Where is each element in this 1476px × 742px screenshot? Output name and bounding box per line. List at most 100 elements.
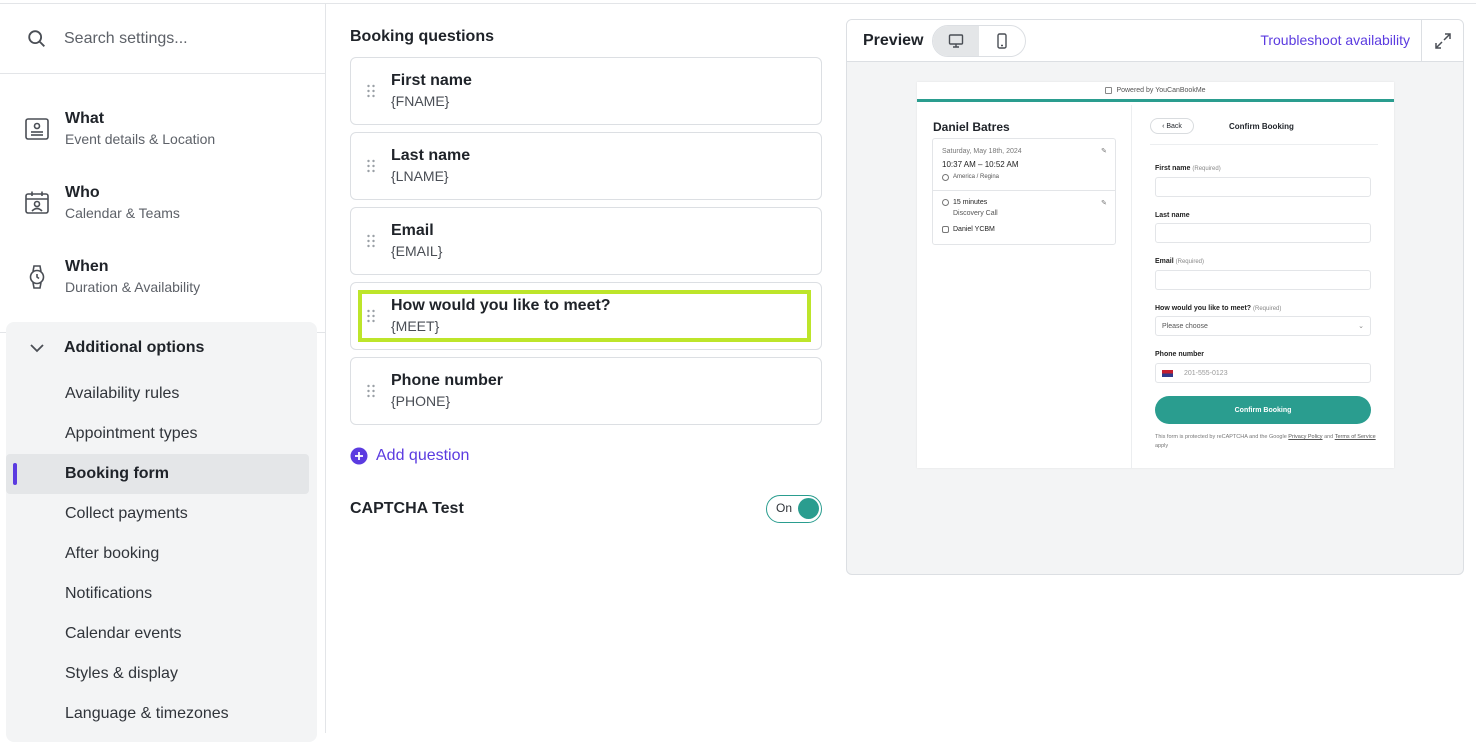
back-button[interactable]: ‹ Back <box>1150 118 1194 134</box>
nav-item-who[interactable]: Who Calendar & Teams <box>0 166 325 240</box>
divider <box>933 190 1115 191</box>
field-label-text: Last name <box>1155 212 1190 219</box>
privacy-policy-link[interactable]: Privacy Policy <box>1288 434 1322 440</box>
nav-item-subtitle: Duration & Availability <box>65 279 201 295</box>
field-label-text: First name <box>1155 165 1191 172</box>
booking-form-preview: ‹ Back Confirm Booking First name (Requi… <box>1133 105 1394 468</box>
booking-page-preview: Powered by YouCanBookMe Daniel Batres Sa… <box>917 82 1394 468</box>
booking-duration: 15 minutes <box>953 199 988 206</box>
last-name-field[interactable] <box>1155 223 1371 243</box>
meet-select[interactable]: Please choose ⌄ <box>1155 316 1371 336</box>
phone-placeholder: 201-555-0123 <box>1184 369 1228 377</box>
chevron-down-icon <box>30 344 44 353</box>
question-card-phone[interactable]: Phone number {PHONE} <box>350 357 822 425</box>
sidebar-item-collect-payments[interactable]: Collect payments <box>6 494 309 534</box>
question-card-email[interactable]: Email {EMAIL} <box>350 207 822 275</box>
question-code: {LNAME} <box>391 168 449 184</box>
toggle-state: On <box>776 501 793 515</box>
add-question-button[interactable]: Add question <box>350 445 822 467</box>
sidebar-item-after-booking[interactable]: After booking <box>6 534 309 574</box>
additional-options-toggle[interactable]: Additional options <box>6 322 317 374</box>
meet-select-value: Please choose <box>1162 322 1208 330</box>
clock-icon <box>942 199 949 206</box>
chevron-down-icon: ⌄ <box>1358 323 1364 330</box>
main-nav: What Event details & Location Who Calend… <box>0 74 325 333</box>
field-label-text: Email <box>1155 258 1174 265</box>
drag-handle-icon[interactable] <box>351 84 391 98</box>
captcha-toggle[interactable]: On <box>766 495 822 523</box>
phone-label: Phone number <box>1155 351 1204 358</box>
question-card-last-name[interactable]: Last name {LNAME} <box>350 132 822 200</box>
nav-item-title: What <box>65 110 105 127</box>
person-icon <box>942 226 949 233</box>
confirm-booking-button[interactable]: Confirm Booking <box>1155 396 1371 424</box>
edit-pencil-icon[interactable]: ✎ <box>1101 147 1107 155</box>
plus-circle-icon <box>350 447 368 465</box>
globe-icon <box>942 174 949 181</box>
drag-handle-icon[interactable] <box>351 159 391 173</box>
search-icon <box>28 29 45 47</box>
email-label: Email (Required) <box>1155 258 1204 265</box>
booking-details-card: Saturday, May 18th, 2024 ✎ 10:37 AM – 10… <box>932 138 1116 245</box>
email-field[interactable] <box>1155 270 1371 290</box>
device-toggle <box>932 24 1027 57</box>
sidebar-item-calendar-events[interactable]: Calendar events <box>6 614 309 654</box>
drag-handle-icon[interactable] <box>351 309 391 323</box>
question-code: {EMAIL} <box>391 243 443 259</box>
sidebar-item-appointment-types[interactable]: Appointment types <box>6 414 309 454</box>
calendar-person-icon <box>24 190 50 216</box>
first-name-label: First name (Required) <box>1155 165 1221 172</box>
recaptcha-disclaimer: This form is protected by reCAPTCHA and … <box>1155 433 1377 451</box>
settings-sidebar: What Event details & Location Who Calend… <box>0 4 326 742</box>
nav-item-title: When <box>65 258 109 275</box>
disclaimer-apply: apply <box>1155 443 1169 449</box>
sidebar-item-styles-display[interactable]: Styles & display <box>6 654 309 694</box>
event-details-icon <box>24 116 50 142</box>
disclaimer-text: This form is protected by reCAPTCHA and … <box>1155 434 1287 440</box>
sidebar-item-availability-rules[interactable]: Availability rules <box>6 374 309 414</box>
mobile-icon <box>997 32 1008 49</box>
phone-field[interactable]: 201-555-0123 <box>1155 363 1371 383</box>
question-card-first-name[interactable]: First name {FNAME} <box>350 57 822 125</box>
required-tag: (Required) <box>1192 166 1221 172</box>
captcha-row: CAPTCHA Test On <box>350 495 822 523</box>
field-label-text: How would you like to meet? <box>1155 305 1252 312</box>
section-title: Booking questions <box>350 28 494 45</box>
host-name: Daniel Batres <box>933 120 1010 134</box>
nav-item-what[interactable]: What Event details & Location <box>0 92 325 166</box>
first-name-field[interactable] <box>1155 177 1371 197</box>
question-code: {FNAME} <box>391 93 450 109</box>
question-title: First name <box>391 72 472 89</box>
required-tag: (Required) <box>1175 259 1204 265</box>
sidebar-item-language-timezones[interactable]: Language & timezones <box>6 694 309 734</box>
expand-button[interactable] <box>1421 20 1463 62</box>
sidebar-item-notifications[interactable]: Notifications <box>6 574 309 614</box>
preview-panel: Preview Troubleshoot availability Powere… <box>846 19 1464 575</box>
question-title: Email <box>391 222 434 239</box>
question-card-meet[interactable]: How would you like to meet? {MEET} <box>350 282 822 350</box>
us-flag-icon[interactable] <box>1162 370 1173 377</box>
edit-pencil-icon[interactable]: ✎ <box>1101 199 1107 207</box>
desktop-view-button[interactable] <box>933 25 980 56</box>
question-title: Last name <box>391 147 471 164</box>
required-tag: (Required) <box>1253 306 1282 312</box>
powered-by-banner: Powered by YouCanBookMe <box>917 82 1394 102</box>
question-title: Phone number <box>391 372 504 389</box>
sidebar-item-booking-form[interactable]: Booking form <box>6 454 309 494</box>
ycbm-logo-icon <box>1105 87 1113 94</box>
terms-of-service-link[interactable]: Terms of Service <box>1335 434 1376 440</box>
nav-item-subtitle: Event details & Location <box>65 131 216 147</box>
nav-item-when[interactable]: When Duration & Availability <box>0 240 325 314</box>
captcha-label: CAPTCHA Test <box>350 500 464 517</box>
drag-handle-icon[interactable] <box>351 234 391 248</box>
mobile-view-button[interactable] <box>979 26 1025 56</box>
last-name-label: Last name <box>1155 212 1190 219</box>
question-code: {PHONE} <box>391 393 451 409</box>
drag-handle-icon[interactable] <box>351 384 391 398</box>
troubleshoot-availability-link[interactable]: Troubleshoot availability <box>1260 32 1410 48</box>
booking-summary: Daniel Batres Saturday, May 18th, 2024 ✎… <box>917 105 1132 468</box>
search-input[interactable] <box>64 29 304 48</box>
booking-event-type: Discovery Call <box>953 210 998 217</box>
additional-options-panel: Additional options Availability rules Ap… <box>6 322 317 742</box>
add-question-label: Add question <box>376 447 470 464</box>
